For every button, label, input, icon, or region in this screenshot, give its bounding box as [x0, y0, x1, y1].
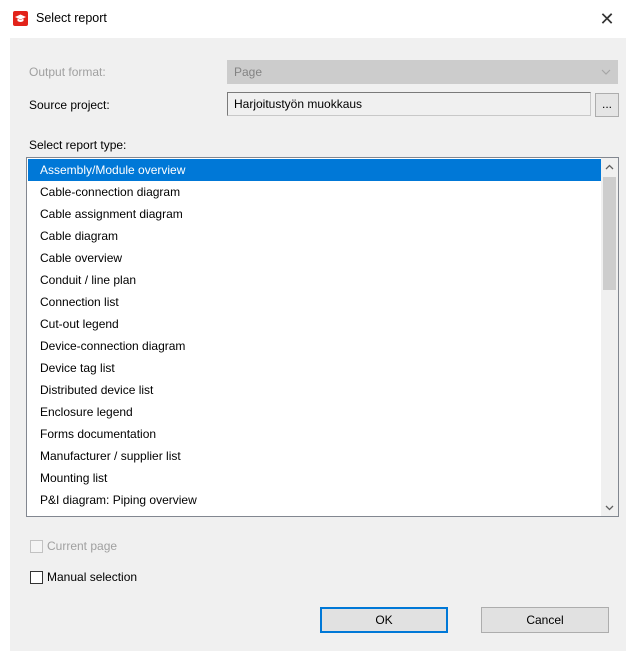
- dialog-body: Output format: Page Source project: Harj…: [10, 38, 626, 651]
- list-item[interactable]: Mounting list: [28, 467, 601, 489]
- scroll-thumb[interactable]: [603, 177, 616, 290]
- manual-selection-option: Manual selection: [30, 570, 137, 584]
- source-project-label: Source project:: [29, 98, 110, 112]
- list-item[interactable]: Cable overview: [28, 247, 601, 269]
- report-type-items: Assembly/Module overview Cable-connection…: [28, 159, 601, 511]
- arrow-down-icon: [605, 505, 614, 510]
- output-format-label: Output format:: [29, 65, 106, 79]
- list-item[interactable]: Connection list: [28, 291, 601, 313]
- list-item[interactable]: Forms documentation: [28, 423, 601, 445]
- list-item[interactable]: Cable diagram: [28, 225, 601, 247]
- list-item[interactable]: Enclosure legend: [28, 401, 601, 423]
- list-item[interactable]: Assembly/Module overview: [28, 159, 601, 181]
- source-project-field[interactable]: Harjoitustyön muokkaus: [227, 92, 591, 116]
- scroll-up-button[interactable]: [601, 158, 618, 175]
- close-button[interactable]: ✕: [584, 0, 630, 38]
- list-item[interactable]: Distributed device list: [28, 379, 601, 401]
- report-type-list[interactable]: Assembly/Module overview Cable-connection…: [26, 157, 619, 517]
- list-item[interactable]: Conduit / line plan: [28, 269, 601, 291]
- cancel-button[interactable]: Cancel: [481, 607, 609, 633]
- close-icon: ✕: [599, 8, 615, 29]
- list-item[interactable]: Device tag list: [28, 357, 601, 379]
- ok-button[interactable]: OK: [320, 607, 448, 633]
- list-item[interactable]: Cable-connection diagram: [28, 181, 601, 203]
- arrow-up-icon: [605, 164, 614, 169]
- current-page-label: Current page: [47, 539, 118, 553]
- vertical-scrollbar[interactable]: [601, 158, 618, 516]
- list-item[interactable]: P&I diagram: Piping overview: [28, 489, 601, 511]
- list-item[interactable]: Cable assignment diagram: [28, 203, 601, 225]
- list-item[interactable]: Device-connection diagram: [28, 335, 601, 357]
- title-bar: Select report ✕: [0, 0, 630, 38]
- output-format-value: Page: [234, 65, 263, 79]
- output-format-select[interactable]: Page: [227, 60, 618, 84]
- manual-selection-label: Manual selection: [47, 570, 138, 584]
- scroll-down-button[interactable]: [601, 499, 618, 516]
- current-page-option: Current page: [30, 539, 117, 553]
- graduation-cap-icon: [13, 11, 28, 26]
- current-page-checkbox[interactable]: [30, 539, 43, 553]
- manual-selection-checkbox[interactable]: [30, 570, 43, 584]
- window-title: Select report: [36, 11, 107, 25]
- list-item[interactable]: Manufacturer / supplier list: [28, 445, 601, 467]
- list-item[interactable]: Cut-out legend: [28, 313, 601, 335]
- report-type-label: Select report type:: [29, 138, 127, 152]
- chevron-down-icon: [601, 69, 611, 75]
- browse-button[interactable]: ...: [595, 93, 619, 117]
